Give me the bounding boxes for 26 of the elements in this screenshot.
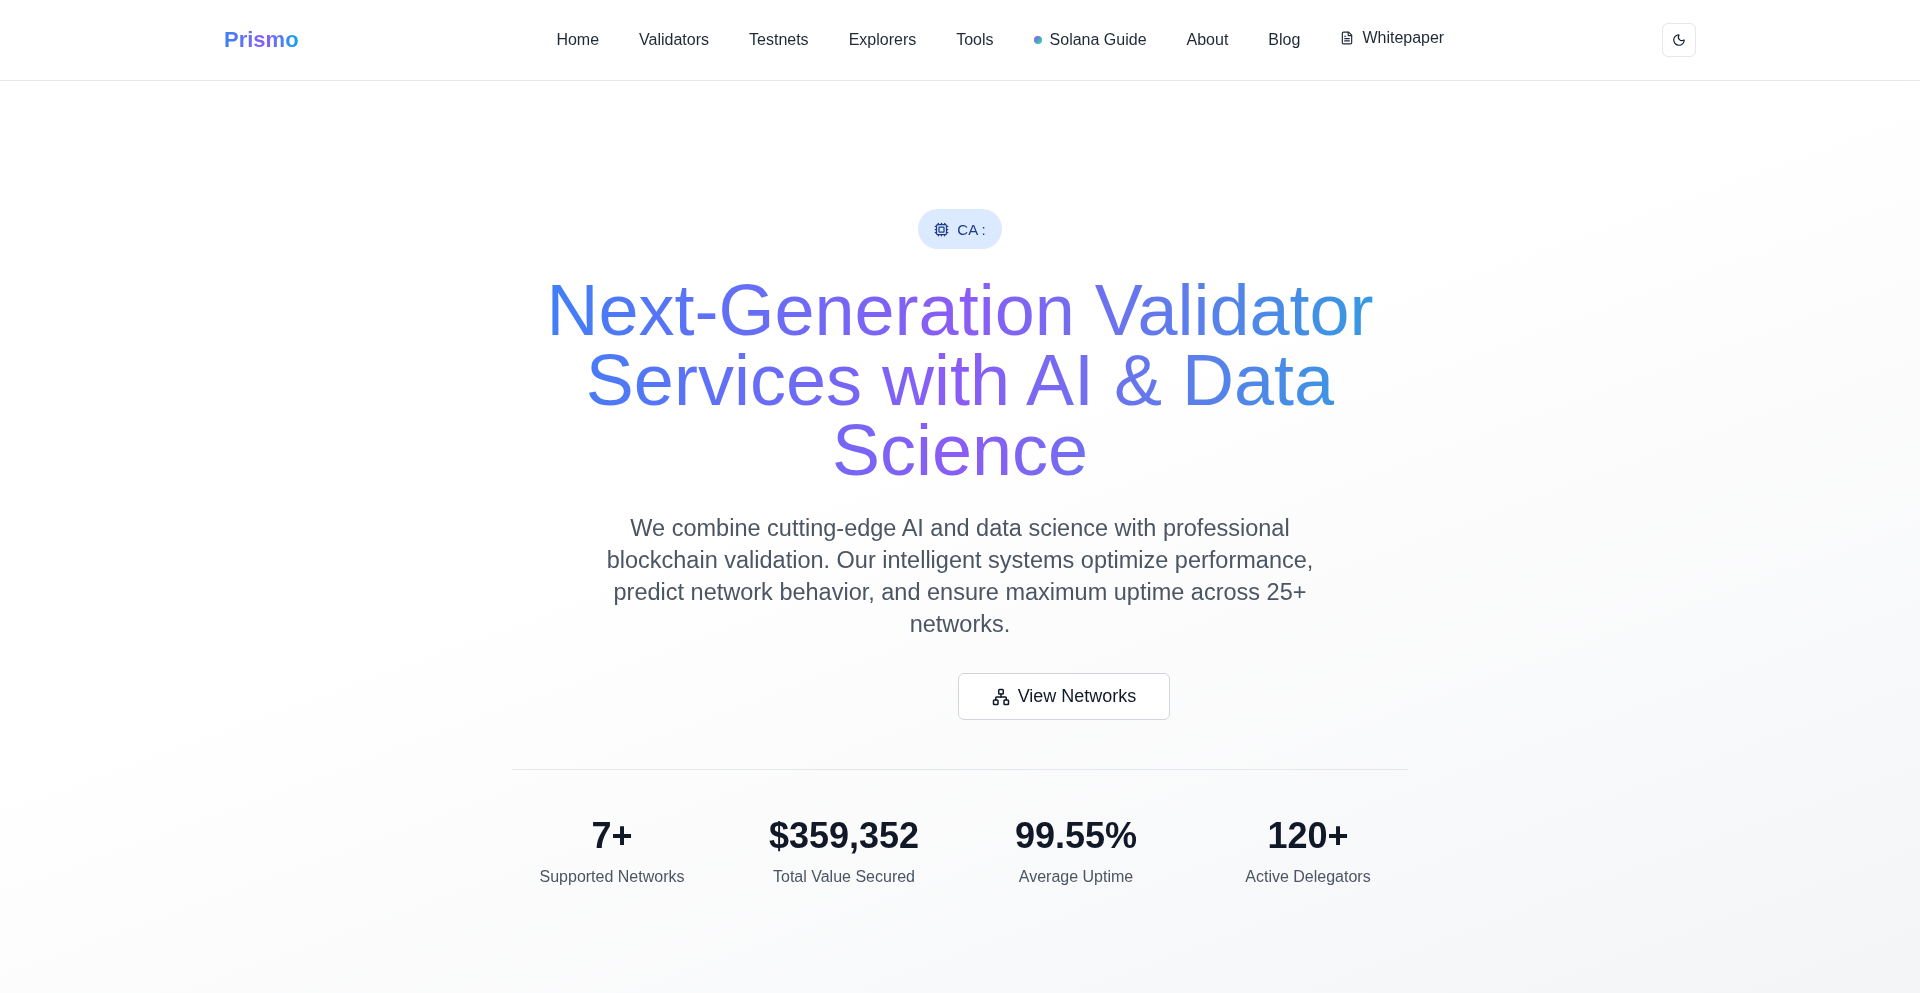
stat-value: $359,352 (768, 816, 920, 856)
stat-label: Total Value Secured (773, 867, 915, 887)
nav-link[interactable]: About (1186, 28, 1229, 52)
stat-value: 120+ (1267, 816, 1349, 856)
stat-label: Average Uptime (1018, 867, 1134, 887)
moon-icon (1672, 33, 1686, 47)
nav-link[interactable]: Solana Guide (1033, 28, 1147, 52)
nav-link[interactable]: Tools (956, 28, 994, 52)
badge-label: CA : (957, 220, 986, 238)
view-networks-button[interactable]: View Networks (957, 673, 1171, 720)
stat-value: 7+ (591, 816, 633, 856)
stat-label: Supported Networks (539, 867, 685, 887)
chip-icon (934, 221, 950, 237)
nav-link[interactable]: Whitepaper (1340, 25, 1445, 55)
nav-link[interactable]: Explorers (848, 28, 917, 52)
dot-icon (1033, 36, 1042, 44)
hero-description: We combine cutting-edge AI and data science with professional blockchain validation. Our intelligent systems optimize performance, predict network behavior, and ensure maximum uptime across 25+ networks. (605, 514, 1315, 639)
network-icon (991, 687, 1010, 706)
stat-label: Active Delegators (1245, 867, 1371, 887)
nav-link[interactable]: Home (556, 28, 600, 52)
nav-link[interactable]: Testnets (749, 28, 809, 52)
stat-value: 99.55% (1014, 816, 1138, 856)
nav-link[interactable]: Validators (639, 28, 710, 52)
nav-link[interactable]: Blog (1268, 28, 1301, 52)
document-icon (1340, 30, 1355, 45)
theme-toggle-button[interactable] (1662, 23, 1696, 57)
